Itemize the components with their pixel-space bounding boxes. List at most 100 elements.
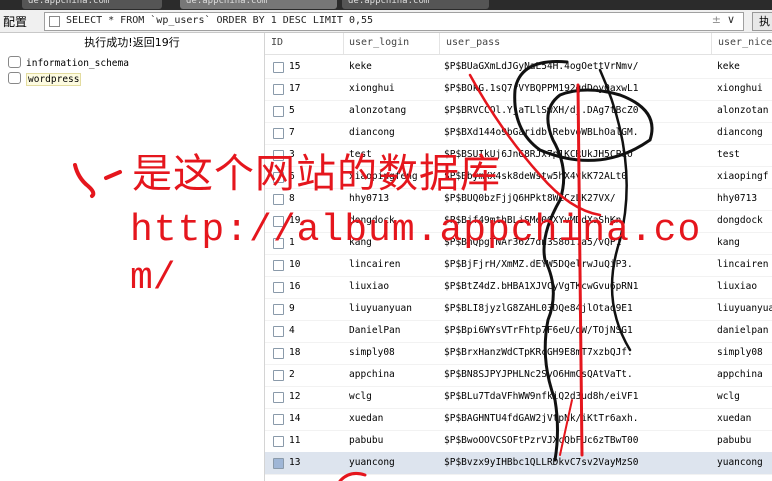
cell-user-pass: $P$BUaGXmLdJGyNaL54H.4ogOettVrNmv/: [444, 61, 639, 72]
table-row[interactable]: 14 xuedan $P$BAGHNTU4fdGAW2jVtpNk/iKtTr6ax…: [265, 408, 772, 431]
cell-user-login: dongdock: [349, 215, 395, 226]
table-row[interactable]: 13 yuancong $P$Bvzx9yIHBbc1QLLRDkvC7sv2Vay…: [265, 452, 772, 475]
cell-user-login: hhy0713: [349, 193, 390, 204]
cell-user-pass: $P$BRVCCQl.YjaTLlSwXH/dj.DAg7tBcZ0: [444, 105, 639, 116]
sql-query-text: SELECT * FROM `wp_users` ORDER BY 1 DESC…: [66, 15, 374, 26]
cell-user-pass: $P$BnQpgTNAr36Z7dn3S8oi.a5/vQP1: [444, 237, 622, 248]
cell-user-login: DanielPan: [349, 325, 401, 336]
table-row[interactable]: 17 xionghui $P$BOkG.1sQ7rVYBQPPM192gdDoyOa…: [265, 78, 772, 101]
cell-user-nicename: liuxiao: [717, 281, 758, 292]
cell-user-nicename: lincairen: [717, 259, 769, 270]
cell-user-login: liuxiao: [349, 281, 390, 292]
row-checkbox[interactable]: [273, 216, 284, 227]
row-checkbox[interactable]: [273, 392, 284, 403]
cell-user-nicename: dongdock: [717, 215, 763, 226]
chevron-down-icon[interactable]: ∨: [727, 13, 741, 26]
cell-user-login: simply08: [349, 347, 395, 358]
cell-user-login: xiaopingfeng: [349, 171, 418, 182]
row-checkbox[interactable]: [273, 414, 284, 425]
run-query-button[interactable]: 执: [752, 12, 772, 31]
database-item-information-schema[interactable]: information_schema: [8, 56, 129, 70]
row-checkbox[interactable]: [273, 172, 284, 183]
cell-user-login: kang: [349, 237, 372, 248]
cell-user-login: appchina: [349, 369, 395, 380]
cell-id: 3: [289, 149, 295, 160]
query-toolbar: 配置 SELECT * FROM `wp_users` ORDER BY 1 D…: [0, 10, 772, 33]
table-row[interactable]: 11 pabubu $P$BwoOOVCSOFtPzrVJXcQbFUc6zTBwT…: [265, 430, 772, 453]
database-item-wordpress[interactable]: wordpress: [8, 72, 82, 86]
cell-user-pass: $P$BSUIkUj6JnG8RJx7p1KCRUkJH5CP1O: [444, 149, 633, 160]
cell-user-nicename: kang: [717, 237, 740, 248]
row-checkbox[interactable]: [273, 348, 284, 359]
table-row[interactable]: 19 dongdock $P$Bjf49mthBLiSMe0GXYvMDdXaShK…: [265, 210, 772, 233]
cell-id: 10: [289, 259, 301, 270]
database-sidebar: 执行成功!返回19行 information_schema wordpress: [0, 33, 265, 481]
config-button[interactable]: 配置: [3, 13, 27, 30]
cell-user-nicename: wclg: [717, 391, 740, 402]
table-row[interactable]: 4 DanielPan $P$Bpi6WYsVTrFhtp7F6eU/qW/TOjN…: [265, 320, 772, 343]
cell-id: 4: [289, 325, 295, 336]
row-checkbox[interactable]: [273, 194, 284, 205]
row-checkbox[interactable]: [273, 436, 284, 447]
table-row[interactable]: 8 hhy0713 $P$BUQ0bzFjjQ6HPkt8WECzLK27VX/hh…: [265, 188, 772, 211]
query-controls: ±∨: [712, 13, 741, 26]
cell-user-pass: $P$BwoOOVCSOFtPzrVJXcQbFUc6zTBwT00: [444, 435, 639, 446]
cell-id: 9: [289, 303, 295, 314]
sql-query-input[interactable]: SELECT * FROM `wp_users` ORDER BY 1 DESC…: [44, 12, 744, 31]
column-header-user-login[interactable]: user_login: [349, 37, 409, 48]
table-row[interactable]: 2 appchina $P$BN8SJPYJPHLNc2SyO6HmCsQAtVaT…: [265, 364, 772, 387]
column-header-id[interactable]: ID: [271, 37, 283, 48]
row-checkbox[interactable]: [273, 458, 284, 469]
row-checkbox[interactable]: [273, 304, 284, 315]
query-status: 执行成功!返回19行: [84, 36, 180, 49]
cell-user-pass: $P$BXd144o9bGaridb.RebvoWBLhOalGM.: [444, 127, 639, 138]
row-checkbox[interactable]: [273, 260, 284, 271]
row-checkbox[interactable]: [273, 128, 284, 139]
cell-user-pass: $P$BLI8jyzlG8ZAHL03DQe84jlOtaq9E1: [444, 303, 633, 314]
row-checkbox[interactable]: [273, 282, 284, 293]
cell-user-nicename: simply08: [717, 347, 763, 358]
cell-user-nicename: alonzotan: [717, 105, 769, 116]
browser-tab-3[interactable]: de.appchina.com: [342, 0, 489, 9]
row-checkbox[interactable]: [273, 370, 284, 381]
column-header-user-nicename[interactable]: user_nice: [718, 37, 772, 48]
cell-user-login: xionghui: [349, 83, 395, 94]
cell-user-pass: $P$BjFjrH/XmMZ.dEYW5DQelrwJuQiP3.: [444, 259, 633, 270]
cell-user-nicename: xiaopingf: [717, 171, 769, 182]
table-row[interactable]: 16 liuxiao $P$BtZ4dZ.bHBA1XJVCyVgTKcwGvu6p…: [265, 276, 772, 299]
cell-user-nicename: yuancong: [717, 457, 763, 468]
cell-user-pass: $P$BbymXX4sk8deWstw5hX4vkK72ALt0: [444, 171, 628, 182]
row-checkbox[interactable]: [273, 106, 284, 117]
cell-user-pass: $P$Bjf49mthBLiSMe0GXYvMDdXaShKn.: [444, 215, 628, 226]
table-row[interactable]: 18 simply08 $P$BrxHanzWdCTpKRcGH9E8mT7xzbQ…: [265, 342, 772, 365]
table-row[interactable]: 9 liuyuanyuan $P$BLI8jyzlG8ZAHL03DQe84jlOt…: [265, 298, 772, 321]
table-row[interactable]: 1 kang $P$BnQpgTNAr36Z7dn3S8oi.a5/vQP1 kang: [265, 232, 772, 255]
table-row[interactable]: 6 xiaopingfeng $P$BbymXX4sk8deWstw5hX4vkK7…: [265, 166, 772, 189]
table-row[interactable]: 7 diancong $P$BXd144o9bGaridb.RebvoWBLhOal…: [265, 122, 772, 145]
plus-minus-icon[interactable]: ±: [712, 13, 727, 26]
cell-user-login: xuedan: [349, 413, 384, 424]
cell-user-nicename: test: [717, 149, 740, 160]
table-row[interactable]: 3 test $P$BSUIkUj6JnG8RJx7p1KCRUkJH5CP1O te…: [265, 144, 772, 167]
cell-user-login: alonzotang: [349, 105, 407, 116]
table-row[interactable]: 10 lincairen $P$BjFjrH/XmMZ.dEYW5DQelrwJuQ…: [265, 254, 772, 277]
cell-user-login: test: [349, 149, 372, 160]
row-checkbox[interactable]: [273, 62, 284, 73]
row-checkbox[interactable]: [273, 326, 284, 337]
browser-tab-1[interactable]: de.appchina.com: [22, 0, 162, 9]
row-checkbox[interactable]: [273, 84, 284, 95]
table-row[interactable]: 5 alonzotang $P$BRVCCQl.YjaTLlSwXH/dj.DAg7…: [265, 100, 772, 123]
table-row[interactable]: 12 wclg $P$BLu7TdaVFhWW9nfkiQ2d3ud8h/eiVF1…: [265, 386, 772, 409]
cell-user-login: diancong: [349, 127, 395, 138]
browser-tab-2[interactable]: de.appchina.com: [180, 0, 337, 9]
cell-user-pass: $P$BrxHanzWdCTpKRcGH9E8mT7xzbQJf.: [444, 347, 633, 358]
column-header-user-pass[interactable]: user_pass: [446, 37, 500, 48]
table-row[interactable]: 15 keke $P$BUaGXmLdJGyNaL54H.4ogOettVrNmv/…: [265, 56, 772, 79]
cell-id: 15: [289, 61, 301, 72]
cell-user-login: pabubu: [349, 435, 384, 446]
row-checkbox[interactable]: [273, 238, 284, 249]
cell-user-login: keke: [349, 61, 372, 72]
cell-user-login: wclg: [349, 391, 372, 402]
row-checkbox[interactable]: [273, 150, 284, 161]
database-icon: [8, 56, 21, 68]
